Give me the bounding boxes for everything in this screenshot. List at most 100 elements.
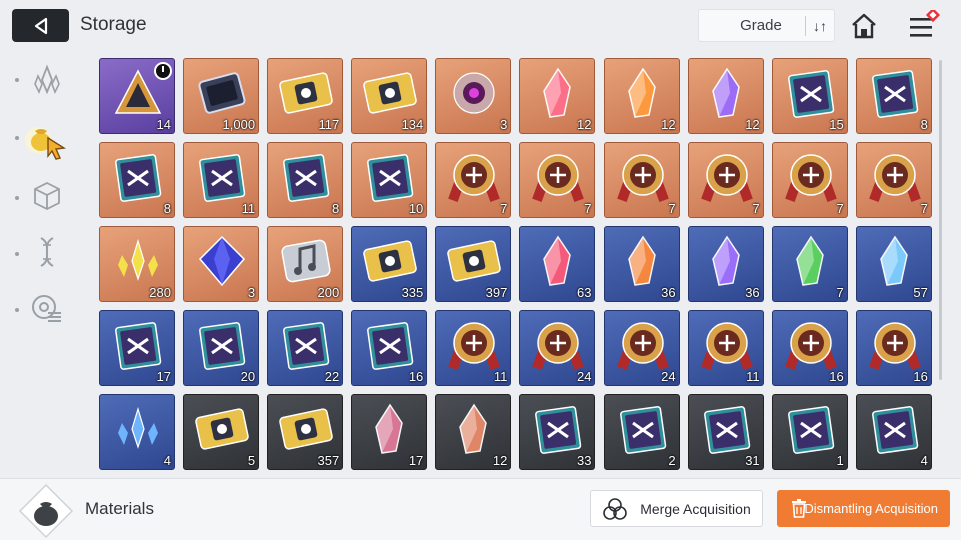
inventory-slot[interactable]: 16 (771, 310, 848, 387)
inventory-slot[interactable]: 7 (855, 142, 932, 219)
item-quantity: 17 (156, 369, 171, 385)
medal-icon (784, 154, 837, 203)
inventory-slot[interactable]: 20 (183, 310, 260, 387)
inventory-slot[interactable]: 134 (351, 58, 428, 134)
inventory-slot[interactable]: 12 (435, 394, 512, 471)
page-title: Storage (80, 14, 147, 35)
sidebar-dot (15, 78, 19, 82)
inventory-slot[interactable]: 31 (687, 394, 764, 471)
item-quantity: 33 (577, 453, 592, 469)
inventory-slot[interactable]: 24 (603, 310, 680, 387)
inventory-slot[interactable]: 17 (99, 310, 175, 387)
inventory-slot[interactable]: 1,000 (183, 58, 260, 134)
inventory-slot[interactable]: 3 (435, 58, 512, 134)
dismantling-acquisition-button[interactable]: Dismantling Acquisition (777, 490, 950, 527)
item-quantity: 7 (668, 201, 676, 217)
inventory-slot[interactable]: 7 (771, 226, 848, 303)
inventory-slot[interactable]: 4 (99, 394, 175, 471)
inventory-slot[interactable]: 4 (855, 394, 932, 471)
inventory-slot[interactable]: 17 (351, 394, 428, 471)
sidebar-item-materials[interactable] (22, 118, 72, 162)
inventory-slot[interactable]: 7 (603, 142, 680, 219)
merge-acquisition-button[interactable]: Merge Acquisition (590, 490, 763, 527)
item-quantity: 3 (247, 285, 256, 301)
inventory-slot[interactable]: 11 (435, 310, 512, 387)
chip-icon (198, 72, 246, 114)
item-quantity: 7 (836, 201, 844, 217)
sort-dropdown[interactable]: Grade ↓↑ (698, 9, 835, 42)
inventory-slot[interactable]: 335 (351, 226, 428, 303)
item-quantity: 7 (920, 201, 928, 217)
medal-icon (616, 322, 669, 371)
sidebar-item-genes[interactable] (22, 230, 72, 274)
sidebar-item-crystals[interactable] (22, 58, 72, 102)
inventory-slot[interactable]: 24 (519, 310, 596, 387)
menu-icon[interactable] (907, 10, 941, 42)
inventory-slot[interactable]: 16 (855, 310, 932, 387)
book-icon (367, 322, 414, 371)
inventory-slot[interactable]: 397 (435, 226, 512, 303)
item-quantity: 5 (247, 453, 256, 469)
inventory-slot[interactable]: 12 (687, 58, 764, 134)
inventory-slot[interactable]: 280 (99, 226, 175, 303)
sort-order-icon[interactable]: ↓↑ (806, 18, 834, 34)
inventory-slot[interactable]: 117 (267, 58, 344, 134)
inventory-slot[interactable]: 33 (519, 394, 596, 471)
book-icon (283, 322, 330, 371)
inventory-slot[interactable]: 5 (183, 394, 260, 471)
inventory-slot[interactable]: 3 (183, 226, 260, 303)
inventory-slot[interactable]: 7 (687, 142, 764, 219)
inventory-slot[interactable]: 36 (603, 226, 680, 303)
sidebar-dot (15, 252, 19, 256)
item-quantity: 16 (913, 369, 928, 385)
inventory-slot[interactable]: 8 (855, 58, 932, 134)
merge-circles-icon (603, 497, 628, 520)
sort-label: Grade (740, 17, 782, 34)
item-quantity: 8 (163, 201, 171, 217)
item-quantity: 12 (492, 453, 508, 469)
grid-scrollbar[interactable] (939, 60, 942, 380)
inventory-slot[interactable]: 14 (99, 58, 175, 134)
sidebar-item-modules[interactable] (22, 286, 72, 330)
item-quantity: 3 (500, 117, 508, 132)
inventory-slot[interactable]: 8 (99, 142, 175, 219)
sidebar-dot (15, 308, 19, 312)
inventory-slot[interactable]: 57 (855, 226, 932, 303)
item-quantity: 2 (668, 453, 676, 469)
inventory-slot[interactable]: 22 (267, 310, 344, 387)
inventory-slot[interactable]: 11 (183, 142, 260, 219)
item-quantity: 134 (401, 117, 424, 132)
inventory-slot[interactable]: 200 (267, 226, 344, 303)
inventory-slot[interactable]: 7 (519, 142, 596, 219)
home-icon[interactable] (849, 11, 879, 41)
back-button[interactable] (12, 9, 69, 42)
medal-icon (448, 154, 501, 203)
category-sidebar (0, 56, 80, 476)
inventory-slot[interactable]: 16 (351, 310, 428, 387)
inventory-slot[interactable]: 1 (771, 394, 848, 471)
crystal-icon (711, 67, 740, 118)
inventory-slot[interactable]: 7 (771, 142, 848, 219)
inventory-slot[interactable]: 12 (603, 58, 680, 134)
inventory-slot[interactable]: 7 (435, 142, 512, 219)
sidebar-dot (15, 136, 19, 140)
inventory-slot[interactable]: 63 (519, 226, 596, 303)
shards-icon (118, 407, 158, 450)
inventory-slot[interactable]: 12 (519, 58, 596, 134)
item-quantity: 14 (156, 117, 171, 132)
inventory-slot[interactable]: 15 (771, 58, 848, 134)
inventory-slot[interactable]: 36 (687, 226, 764, 303)
book-icon (367, 154, 414, 203)
sidebar-item-cubes[interactable] (22, 174, 72, 218)
inventory-slot[interactable]: 357 (267, 394, 344, 471)
inventory-slot[interactable]: 8 (267, 142, 344, 219)
crystal-icon (627, 67, 656, 118)
item-quantity: 280 (149, 285, 171, 301)
ticket-icon (363, 72, 418, 114)
item-quantity: 15 (829, 117, 844, 132)
medal-icon (700, 154, 753, 203)
ticket-icon (279, 72, 333, 114)
inventory-slot[interactable]: 2 (603, 394, 680, 471)
inventory-slot[interactable]: 10 (351, 142, 428, 219)
inventory-slot[interactable]: 11 (687, 310, 764, 387)
